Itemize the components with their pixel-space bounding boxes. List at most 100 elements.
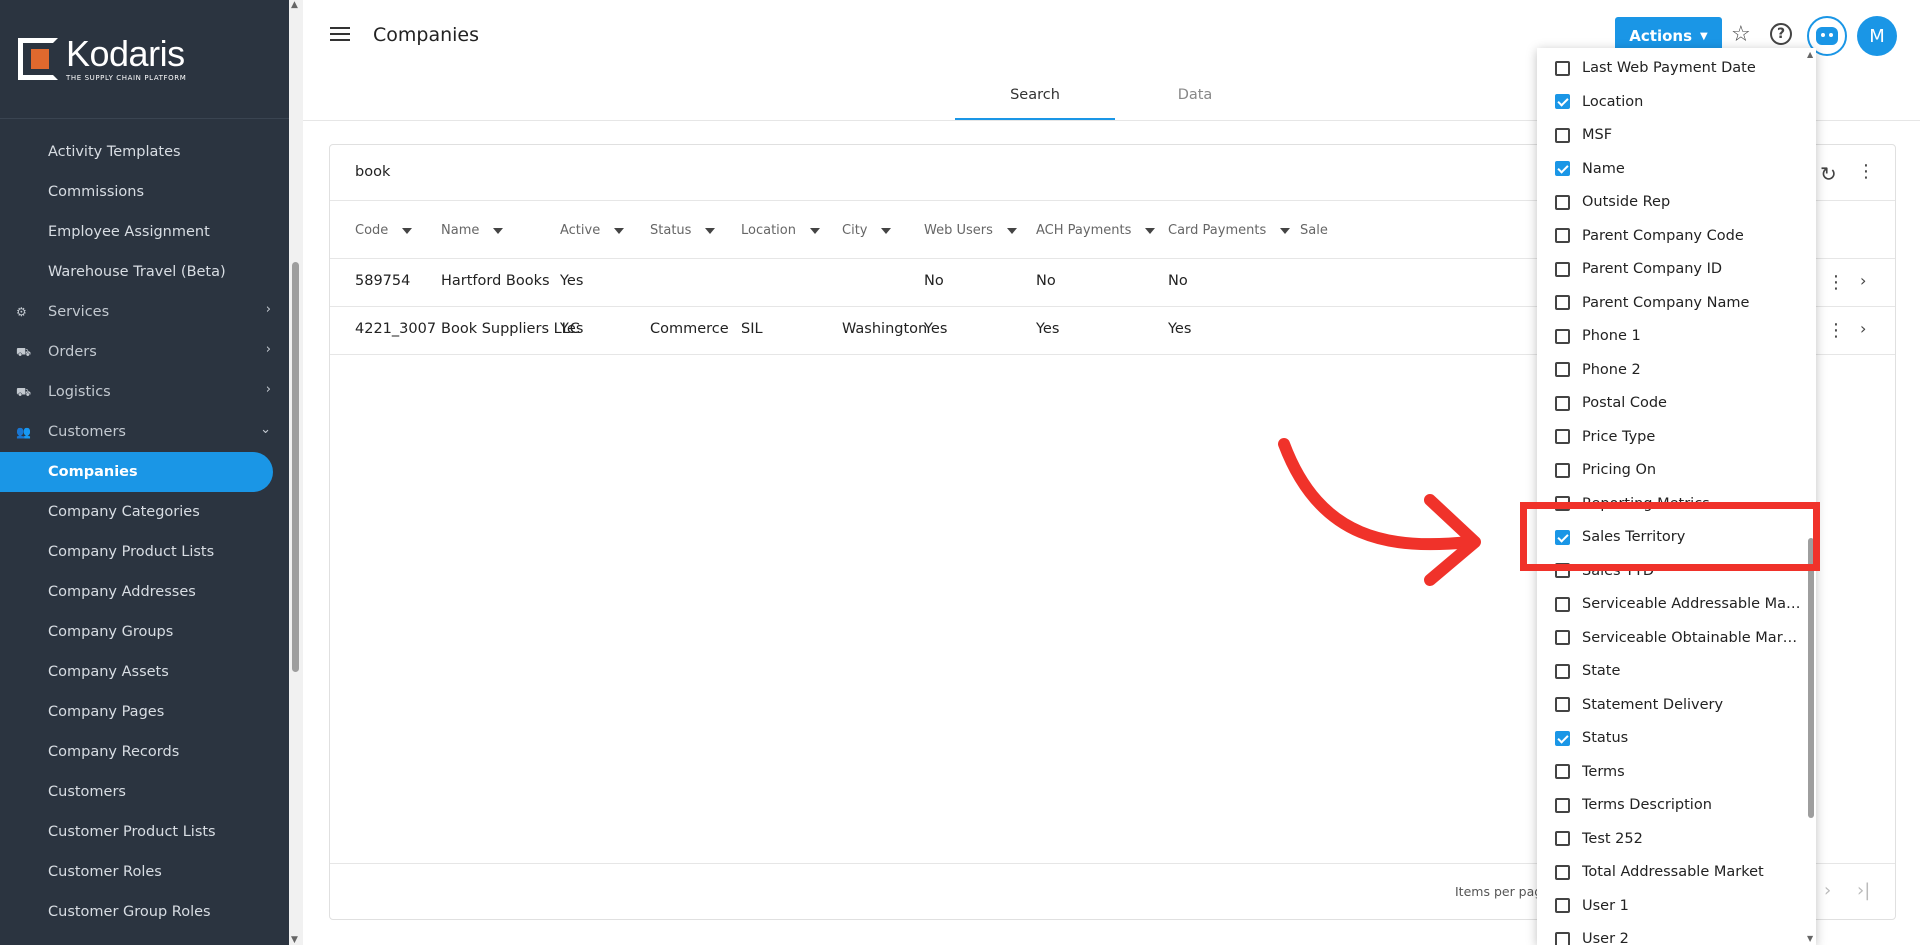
row-open-chevron-icon[interactable]: › [1860,271,1866,290]
sort-caret-icon[interactable] [809,227,820,234]
help-icon[interactable]: ? [1770,23,1792,45]
column-toggle-terms-description[interactable]: Terms Description [1537,790,1807,820]
sidebar-item-commissions[interactable]: Commissions [0,172,289,212]
menu-scrollbar-thumb[interactable] [1808,538,1814,818]
tab-data[interactable]: Data [1115,78,1275,120]
sidebar-item-warehouse-travel-beta[interactable]: Warehouse Travel (Beta) [0,252,289,292]
checkbox[interactable] [1555,931,1570,945]
checkbox[interactable] [1555,898,1570,913]
column-toggle-parent-company-name[interactable]: Parent Company Name [1537,288,1807,318]
column-toggle-price-type[interactable]: Price Type [1537,422,1807,452]
column-toggle-status[interactable]: Status [1537,723,1807,753]
hamburger-menu-icon[interactable] [330,27,350,43]
sort-caret-icon[interactable] [1145,227,1156,234]
star-icon[interactable]: ☆ [1731,22,1751,47]
column-toggle-last-web-payment-date[interactable]: Last Web Payment Date [1537,53,1807,83]
sort-caret-icon[interactable] [614,227,625,234]
last-page-icon[interactable]: ›| [1857,880,1870,901]
sidebar-item-services[interactable]: ⚙ Services › [0,292,289,332]
sidebar-item-customer-group-roles[interactable]: Customer Group Roles [0,892,289,932]
checkbox[interactable] [1555,60,1570,76]
checkbox[interactable] [1555,161,1570,176]
sort-caret-icon[interactable] [1006,227,1017,234]
checkbox[interactable] [1555,429,1570,444]
logo[interactable]: Kodaris THE SUPPLY CHAIN PLATFORM [0,0,289,119]
sort-caret-icon[interactable] [705,227,716,234]
checkbox[interactable] [1555,395,1570,411]
more-options-icon[interactable]: ⋮ [1857,163,1875,181]
checkbox[interactable] [1555,328,1570,344]
row-more-icon[interactable]: ⋮ [1827,274,1845,292]
checkbox[interactable] [1555,362,1570,377]
sidebar-item-company-assets[interactable]: Company Assets [0,652,289,692]
sidebar-item-activity-templates[interactable]: Activity Templates [0,132,289,172]
column-header-active[interactable]: Active [560,223,625,238]
sidebar-item-company-addresses[interactable]: Company Addresses [0,572,289,612]
scrollbar-thumb[interactable] [292,262,299,672]
column-header-status[interactable]: Status [650,223,716,238]
column-toggle-serviceable-addressable-market[interactable]: Serviceable Addressable Market [1537,589,1807,619]
scroll-up-icon[interactable]: ▲ [1807,50,1813,59]
search-input[interactable]: book [355,164,390,180]
column-toggle-outside-rep[interactable]: Outside Rep [1537,187,1807,217]
column-toggle-phone-1[interactable]: Phone 1 [1537,321,1807,351]
column-header-name[interactable]: Name [441,223,504,238]
column-toggle-test-252[interactable]: Test 252 [1537,824,1807,854]
sort-caret-icon[interactable] [402,227,413,234]
scroll-down-icon[interactable]: ▼ [1807,934,1813,943]
sort-caret-icon[interactable] [1280,227,1291,234]
column-toggle-parent-company-id[interactable]: Parent Company ID [1537,254,1807,284]
refresh-icon[interactable]: ↻ [1820,162,1837,186]
column-toggle-statement-delivery[interactable]: Statement Delivery [1537,690,1807,720]
column-header-web-users[interactable]: Web Users [924,223,1017,238]
scroll-down-icon[interactable]: ▼ [291,935,298,945]
checkbox[interactable] [1555,831,1570,846]
column-toggle-postal-code[interactable]: Postal Code [1537,388,1807,418]
checkbox[interactable] [1555,797,1570,813]
sidebar-item-company-product-lists[interactable]: Company Product Lists [0,532,289,572]
sidebar-item-customers[interactable]: Customers [0,772,289,812]
column-toggle-user-2[interactable]: User 2 [1537,924,1807,945]
next-page-icon[interactable]: › [1824,880,1831,901]
sidebar-item-company-records[interactable]: Company Records [0,732,289,772]
column-header-ach-payments[interactable]: ACH Payments [1036,223,1156,238]
column-toggle-user-1[interactable]: User 1 [1537,891,1807,921]
column-toggle-total-addressable-market[interactable]: Total Addressable Market [1537,857,1807,887]
sidebar-item-customers[interactable]: 👥 Customers ⌄ [0,412,289,452]
checkbox[interactable] [1555,596,1570,612]
checkbox[interactable] [1555,261,1570,277]
sort-caret-icon[interactable] [881,227,892,234]
sidebar-scrollbar[interactable]: ▲ ▼ [289,0,303,945]
sidebar-item-customer-roles[interactable]: Customer Roles [0,852,289,892]
checkbox[interactable] [1555,663,1570,679]
sidebar-item-companies[interactable]: Companies [0,452,273,492]
checkbox[interactable] [1555,730,1570,746]
tab-search[interactable]: Search [955,78,1115,120]
column-toggle-msf[interactable]: MSF [1537,120,1807,150]
sidebar-item-company-pages[interactable]: Company Pages [0,692,289,732]
sidebar-item-employee-assignment[interactable]: Employee Assignment [0,212,289,252]
column-toggle-parent-company-code[interactable]: Parent Company Code [1537,221,1807,251]
sidebar-item-company-categories[interactable]: Company Categories [0,492,289,532]
sidebar-item-orders[interactable]: ⛟ Orders › [0,332,289,372]
column-toggle-pricing-on[interactable]: Pricing On [1537,455,1807,485]
column-header-sale[interactable]: Sale [1300,223,1328,238]
column-header-city[interactable]: City [842,223,892,238]
column-toggle-state[interactable]: State [1537,656,1807,686]
sidebar-item-company-groups[interactable]: Company Groups [0,612,289,652]
row-more-icon[interactable]: ⋮ [1827,322,1845,340]
column-toggle-phone-2[interactable]: Phone 2 [1537,355,1807,385]
checkbox[interactable] [1555,697,1570,712]
row-open-chevron-icon[interactable]: › [1860,319,1866,338]
checkbox[interactable] [1555,127,1570,143]
column-toggle-name[interactable]: Name [1537,154,1807,184]
column-header-card-payments[interactable]: Card Payments [1168,223,1291,238]
sort-caret-icon[interactable] [493,227,504,234]
checkbox[interactable] [1555,295,1570,310]
column-header-location[interactable]: Location [741,223,820,238]
scroll-up-icon[interactable]: ▲ [291,0,298,10]
checkbox[interactable] [1555,194,1570,210]
checkbox[interactable] [1555,864,1570,880]
checkbox[interactable] [1555,462,1570,478]
column-toggle-terms[interactable]: Terms [1537,757,1807,787]
